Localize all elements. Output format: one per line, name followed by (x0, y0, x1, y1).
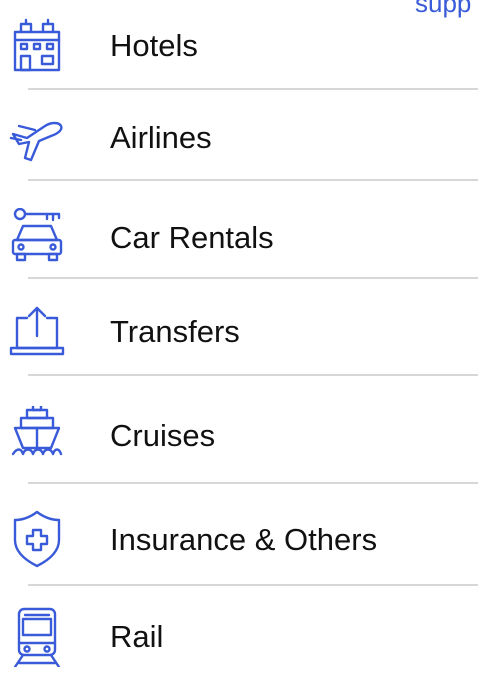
divider (28, 584, 478, 586)
ship-icon (5, 406, 69, 466)
airplane-icon (5, 108, 69, 168)
menu-item-label: Hotels (110, 28, 198, 63)
menu-item-label: Airlines (110, 120, 212, 155)
divider (28, 88, 478, 90)
menu-item-car-rentals[interactable]: Car Rentals (0, 208, 487, 268)
menu-item-label: Insurance & Others (110, 522, 378, 557)
menu-item-label: Rail (110, 619, 164, 654)
travel-category-list: Hotels Airlines Car Rentals Transfers Cr… (0, 0, 487, 677)
shield-plus-icon (5, 510, 69, 570)
divider (28, 374, 478, 376)
menu-item-hotels[interactable]: Hotels (0, 16, 487, 76)
menu-item-label: Transfers (110, 314, 240, 349)
menu-item-label: Cruises (110, 418, 216, 453)
divider (28, 179, 478, 181)
hotel-icon (5, 16, 69, 76)
laptop-upload-icon (5, 302, 69, 362)
divider (28, 482, 478, 484)
menu-item-cruises[interactable]: Cruises (0, 406, 487, 466)
car-key-icon (5, 208, 69, 268)
menu-item-label: Car Rentals (110, 220, 274, 255)
divider (28, 277, 478, 279)
menu-item-rail[interactable]: Rail (0, 607, 487, 667)
menu-item-airlines[interactable]: Airlines (0, 108, 487, 168)
train-icon (5, 607, 69, 667)
menu-item-insurance[interactable]: Insurance & Others (0, 510, 487, 570)
menu-item-transfers[interactable]: Transfers (0, 302, 487, 362)
